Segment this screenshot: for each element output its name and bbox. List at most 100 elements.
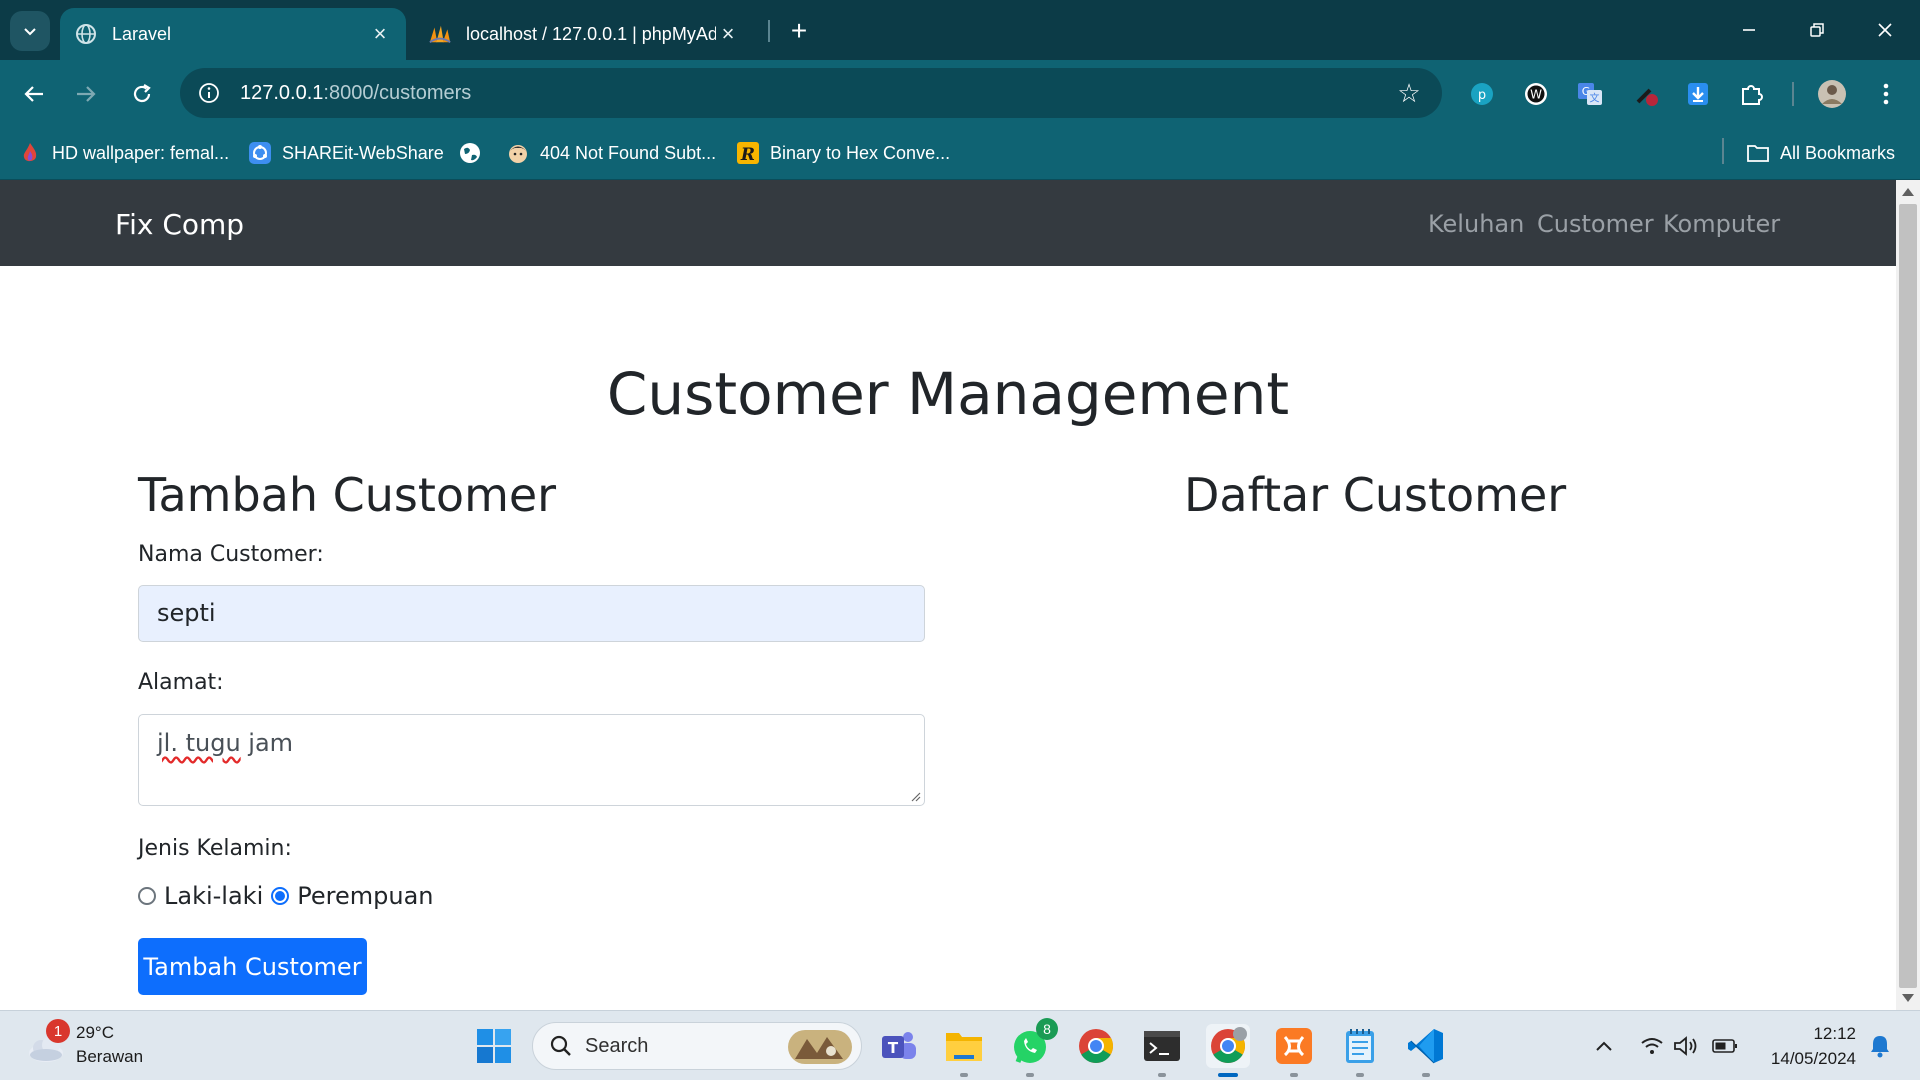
wifi-icon[interactable] (1638, 1031, 1666, 1061)
forward-button[interactable] (66, 74, 106, 114)
google-translate-icon[interactable]: G文 (1574, 78, 1606, 110)
close-tab-icon[interactable]: × (368, 21, 392, 46)
running-indicator (1356, 1073, 1364, 1077)
svg-text:T: T (888, 1039, 899, 1057)
url-text: 127.0.0.1:8000/customers (240, 82, 471, 105)
close-icon (1878, 23, 1892, 37)
notepad-icon[interactable] (1338, 1024, 1382, 1077)
minimize-icon (1743, 29, 1755, 31)
extension-w-icon[interactable]: W (1520, 78, 1552, 110)
volume-icon[interactable] (1672, 1031, 1700, 1061)
address-bar[interactable]: 127.0.0.1:8000/customers ☆ (180, 68, 1442, 118)
profile-avatar[interactable] (1816, 78, 1848, 110)
download-extension-icon[interactable] (1682, 78, 1714, 110)
add-customer-button[interactable]: Tambah Customer (138, 938, 367, 995)
bookmark-globe[interactable] (458, 138, 492, 168)
character-icon (506, 141, 530, 165)
tab-phpmyadmin[interactable]: localhost / 127.0.0.1 | phpMyAd × (414, 8, 754, 60)
bookmark-label: HD wallpaper: femal... (52, 142, 230, 163)
tab-divider (768, 20, 770, 42)
bookmark-star-icon[interactable]: ☆ (1394, 78, 1424, 108)
all-bookmarks-button[interactable]: All Bookmarks (1746, 138, 1895, 168)
running-indicator (1290, 1073, 1298, 1077)
terminal-icon[interactable] (1140, 1024, 1184, 1077)
bookmark-404-subt[interactable]: 404 Not Found Subt... (506, 138, 716, 168)
scroll-down-icon[interactable] (1902, 994, 1914, 1002)
tab-laravel[interactable]: Laravel × (60, 8, 406, 60)
tab-search-button[interactable] (10, 11, 50, 51)
bookmark-label: 404 Not Found Subt... (540, 142, 717, 163)
svg-text:W: W (1530, 88, 1542, 102)
radio-label-laki-laki[interactable]: Laki-laki (164, 882, 263, 910)
restore-icon (1810, 23, 1824, 37)
weather-widget[interactable]: 1 29°C Berawan (24, 1019, 143, 1069)
scroll-thumb[interactable] (1899, 204, 1917, 988)
file-explorer-icon[interactable] (942, 1024, 986, 1077)
close-window-button[interactable] (1862, 10, 1908, 50)
windows-logo-icon (477, 1029, 511, 1063)
browser-menu-icon[interactable] (1870, 78, 1902, 110)
extensions-puzzle-icon[interactable] (1736, 78, 1768, 110)
toolbar-divider (1792, 82, 1794, 106)
chrome-icon[interactable] (1074, 1024, 1118, 1068)
taskbar-clock[interactable]: 12:12 14/05/2024 (1752, 1021, 1856, 1071)
xampp-icon[interactable] (1272, 1024, 1316, 1077)
address-textarea[interactable]: jl. tugu jam (138, 714, 925, 806)
nav-link-keluhan[interactable]: Keluhan (1428, 210, 1524, 238)
new-tab-button[interactable]: + (782, 14, 816, 48)
bookmarks-bar: HD wallpaper: femal... SHAREit-WebShare … (0, 126, 1920, 180)
chrome-profile-icon[interactable] (1206, 1024, 1250, 1077)
show-hidden-icons[interactable] (1592, 1031, 1616, 1061)
color-picker-icon[interactable] (1630, 78, 1662, 110)
notifications-bell-icon[interactable] (1864, 1031, 1896, 1061)
start-button[interactable] (472, 1024, 516, 1068)
radio-label-perempuan[interactable]: Perempuan (297, 882, 433, 910)
tab-title: localhost / 127.0.0.1 | phpMyAd (466, 23, 716, 44)
teams-icon[interactable]: T (876, 1024, 920, 1068)
gender-radio-perempuan[interactable] (271, 887, 290, 905)
nav-link-komputer[interactable]: Komputer (1663, 210, 1780, 238)
phpmyadmin-icon (428, 22, 452, 46)
whatsapp-icon[interactable]: 8 (1008, 1018, 1058, 1077)
tab-title: Laravel (112, 23, 172, 44)
customer-name-input[interactable]: septi (138, 585, 925, 642)
back-button[interactable] (14, 74, 54, 114)
gender-radio-laki-laki[interactable] (138, 887, 156, 905)
battery-icon[interactable] (1710, 1031, 1740, 1061)
bookmark-binary-hex[interactable]: R Binary to Hex Conve... (736, 138, 950, 168)
close-tab-icon[interactable]: × (716, 21, 740, 46)
minimize-button[interactable] (1726, 10, 1772, 50)
extension-p-icon[interactable]: p (1466, 78, 1498, 110)
running-indicator (960, 1073, 968, 1077)
gender-label: Jenis Kelamin: (138, 836, 292, 861)
url-path: :8000/customers (323, 81, 472, 104)
site-info-icon[interactable] (192, 76, 226, 110)
running-indicator (1026, 1073, 1034, 1077)
chevron-up-icon (1596, 1041, 1612, 1051)
cloud-icon: 1 (24, 1019, 70, 1067)
bookmark-hd-wallpaper[interactable]: HD wallpaper: femal... (18, 138, 229, 168)
clock-date: 14/05/2024 (1770, 1049, 1856, 1068)
tab-strip: Laravel × localhost / 127.0.0.1 | phpMyA… (0, 0, 1920, 60)
resize-handle-icon[interactable] (909, 790, 921, 802)
url-host: 127.0.0.1 (240, 81, 324, 104)
clock-time: 12:12 (1813, 1024, 1856, 1043)
reload-button[interactable] (122, 74, 162, 114)
bookmarks-divider (1722, 138, 1724, 164)
bookmark-label: SHAREit-WebShare (282, 142, 444, 163)
page-scrollbar[interactable] (1896, 180, 1920, 1010)
scroll-up-icon[interactable] (1902, 188, 1914, 196)
chevron-down-icon (24, 28, 36, 36)
arrow-right-icon (77, 86, 96, 102)
app-brand[interactable]: Fix Comp (115, 208, 244, 241)
name-label: Nama Customer: (138, 542, 324, 567)
bookmark-shareit[interactable]: SHAREit-WebShare (248, 138, 444, 168)
nav-link-customer[interactable]: Customer (1537, 210, 1654, 238)
vscode-icon[interactable] (1404, 1024, 1448, 1077)
search-icon (550, 1035, 571, 1056)
taskbar-search[interactable]: Search (532, 1022, 862, 1070)
restore-button[interactable] (1794, 10, 1840, 50)
list-heading: Daftar Customer (1184, 468, 1567, 522)
shareit-icon (248, 141, 272, 165)
svg-text:p: p (1478, 88, 1486, 103)
